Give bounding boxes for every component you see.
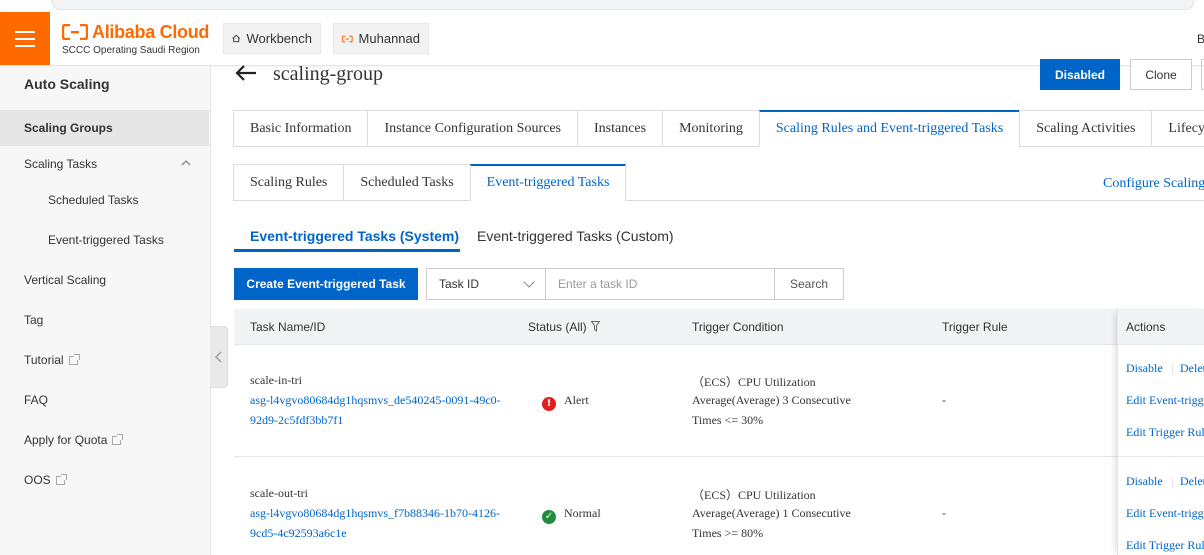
sidebar-item-scaling-tasks[interactable]: Scaling Tasks <box>0 146 209 182</box>
trigger-condition-detail: Average(Average) 3 Consecutive <box>692 393 851 407</box>
home-icon <box>232 34 241 43</box>
sidebar: Auto Scaling Scaling Groups Scaling Task… <box>0 66 211 555</box>
sidebar-item-label: Apply for Quota <box>24 433 108 447</box>
sidebar-item-tag[interactable]: Tag <box>0 302 209 338</box>
sidebar-item-label: OOS <box>24 473 51 487</box>
column-header-status-label: Status (All) <box>528 320 587 334</box>
status-badge: ✓ Normal <box>542 506 601 524</box>
tab-workbench[interactable]: Workbench <box>223 23 321 54</box>
brand-name: Alibaba Cloud <box>92 22 210 42</box>
trigger-rule-value: - <box>942 506 946 520</box>
external-link-icon <box>112 433 124 445</box>
sidebar-item-label: Event-triggered Tasks <box>48 233 164 247</box>
trigger-condition-detail: Average(Average) 1 Consecutive <box>692 506 851 520</box>
column-header-task-name: Task Name/ID <box>250 320 326 334</box>
subtab-event-triggered-tasks[interactable]: Event-triggered Tasks <box>469 164 627 201</box>
trigger-condition-metric: （ECS）CPU Utilization <box>692 375 816 389</box>
task-name: scale-out-tri <box>250 486 308 500</box>
main-tabs: Basic Information Instance Configuration… <box>233 110 1204 147</box>
sidebar-item-tutorial[interactable]: Tutorial <box>0 342 209 378</box>
browser-address-bar[interactable] <box>52 0 1194 10</box>
task-id-search-input[interactable] <box>545 268 775 300</box>
sidebar-item-oos[interactable]: OOS <box>0 462 209 498</box>
trigger-condition-threshold: Times >= 80% <box>692 526 764 540</box>
sidebar-title: Auto Scaling <box>24 76 110 92</box>
sidebar-collapse-handle[interactable] <box>210 326 228 388</box>
clone-button[interactable]: Clone <box>1130 59 1192 90</box>
divider <box>626 200 1204 201</box>
sidebar-item-label: Vertical Scaling <box>24 273 107 287</box>
create-event-triggered-task-button[interactable]: Create Event-triggered Task <box>234 268 418 300</box>
sidebar-item-label: Scaling Groups <box>24 121 113 135</box>
tab-workbench-label: Workbench <box>246 31 312 46</box>
sidebar-item-label: Tutorial <box>24 353 64 367</box>
table-header: Task Name/ID Status (All) Trigger Condit… <box>234 309 1204 345</box>
chevron-down-icon <box>523 276 535 288</box>
trigger-rule-value: - <box>942 393 946 407</box>
active-tab-indicator <box>234 249 460 252</box>
alibaba-bracket-icon <box>342 35 353 42</box>
actions-column-shadow <box>1117 309 1204 555</box>
column-header-trigger-condition: Trigger Condition <box>692 320 784 334</box>
column-header-trigger-rule: Trigger Rule <box>942 320 1008 334</box>
task-id-link-continued[interactable]: 92d9-2c5fdf3bb7f1 <box>250 413 343 428</box>
browser-strip <box>0 0 1204 12</box>
tab-muhannad-label: Muhannad <box>358 31 420 46</box>
sidebar-item-apply-for-quota[interactable]: Apply for Quota <box>0 422 209 458</box>
user-account-initial[interactable]: B <box>1197 32 1204 46</box>
tab-instances[interactable]: Instances <box>577 110 664 147</box>
back-arrow-icon[interactable] <box>234 62 258 90</box>
tab-lifecycle[interactable]: Lifecycle <box>1151 110 1204 147</box>
subtab-scaling-rules[interactable]: Scaling Rules <box>233 164 345 201</box>
alert-icon: ! <box>542 397 556 411</box>
sidebar-item-event-triggered-tasks[interactable]: Event-triggered Tasks <box>0 222 209 258</box>
tab-event-triggered-system[interactable]: Event-triggered Tasks (System) <box>250 228 459 244</box>
subtab-scheduled-tasks[interactable]: Scheduled Tasks <box>343 164 471 201</box>
column-header-status[interactable]: Status (All) <box>528 320 601 334</box>
disabled-button[interactable]: Disabled <box>1040 59 1120 90</box>
chevron-left-icon <box>215 351 222 363</box>
external-link-icon <box>55 473 67 485</box>
tab-scaling-rules-and-event-triggered-tasks[interactable]: Scaling Rules and Event-triggered Tasks <box>758 110 1021 147</box>
checkmark-icon: ✓ <box>542 510 556 524</box>
status-text: Normal <box>564 506 601 520</box>
trigger-condition-metric: （ECS）CPU Utilization <box>692 488 816 502</box>
trigger-condition-threshold: Times <= 30% <box>692 413 764 427</box>
sidebar-item-label: FAQ <box>24 393 49 407</box>
search-button[interactable]: Search <box>774 268 844 300</box>
sidebar-item-vertical-scaling[interactable]: Vertical Scaling <box>0 262 209 298</box>
region-label: SCCC Operating Saudi Region <box>62 45 200 56</box>
tab-muhannad[interactable]: Muhannad <box>333 23 429 54</box>
top-navigation-bar: Alibaba Cloud SCCC Operating Saudi Regio… <box>0 12 1204 66</box>
sidebar-item-scaling-groups[interactable]: Scaling Groups <box>0 110 209 146</box>
tab-scaling-activities[interactable]: Scaling Activities <box>1019 110 1153 147</box>
page-title: scaling-group <box>273 63 383 85</box>
tab-event-triggered-custom[interactable]: Event-triggered Tasks (Custom) <box>477 228 674 244</box>
hamburger-menu-icon[interactable] <box>0 12 50 65</box>
sidebar-item-label: Scaling Tasks <box>24 157 98 171</box>
status-badge: ! Alert <box>542 393 589 411</box>
tab-instance-configuration-sources[interactable]: Instance Configuration Sources <box>367 110 578 147</box>
configure-scaling-link[interactable]: Configure Scaling <box>1103 176 1204 192</box>
alibaba-bracket-icon <box>62 24 88 40</box>
sidebar-item-label: Scheduled Tasks <box>48 193 139 207</box>
task-id-link-continued[interactable]: 9cd5-4c92593a6c1e <box>250 526 347 541</box>
tab-basic-information[interactable]: Basic Information <box>233 110 369 147</box>
tab-monitoring[interactable]: Monitoring <box>662 110 760 147</box>
sidebar-item-faq[interactable]: FAQ <box>0 382 209 418</box>
chevron-up-icon[interactable] <box>181 160 191 166</box>
sidebar-item-label: Tag <box>24 313 44 327</box>
select-value: Task ID <box>439 277 480 291</box>
task-id-link[interactable]: asg-l4vgvo80684dg1hqsmvs_de540245-0091-4… <box>250 393 501 408</box>
sub-tabs: Scaling Rules Scheduled Tasks Event-trig… <box>233 164 627 201</box>
task-name: scale-in-tri <box>250 373 302 387</box>
sidebar-item-scheduled-tasks[interactable]: Scheduled Tasks <box>0 182 209 218</box>
search-field-select[interactable]: Task ID <box>426 268 546 300</box>
task-id-link[interactable]: asg-l4vgvo80684dg1hqsmvs_f7b88346-1b70-4… <box>250 506 500 521</box>
status-text: Alert <box>564 393 589 407</box>
filter-icon[interactable] <box>590 321 601 332</box>
row-divider <box>234 456 1204 457</box>
external-link-icon <box>68 353 80 365</box>
